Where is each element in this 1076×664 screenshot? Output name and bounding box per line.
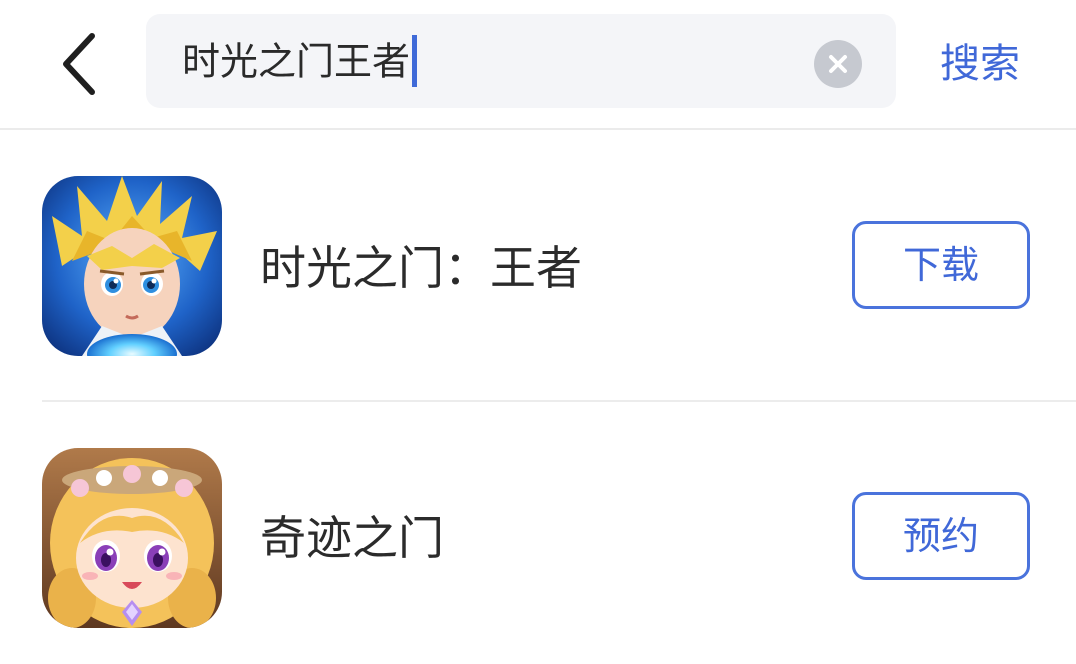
- search-input[interactable]: 时光之门王者: [146, 14, 896, 108]
- search-header: 时光之门王者 搜索: [0, 0, 1076, 128]
- app-name: 奇迹之门: [260, 511, 444, 565]
- result-divider: [42, 400, 1076, 402]
- app-name: 时光之门：王者: [260, 241, 582, 295]
- search-results-page: 时光之门王者 搜索 时光之门：王者 下载 奇迹之门 预约: [0, 0, 1076, 664]
- clear-search-button[interactable]: [814, 40, 862, 88]
- download-button[interactable]: 下载: [852, 221, 1030, 309]
- back-button[interactable]: [40, 24, 120, 104]
- app-icon-artwork: [42, 176, 222, 356]
- blonde-hero-game-icon[interactable]: [42, 176, 222, 356]
- close-icon: [829, 55, 847, 73]
- reserve-button[interactable]: 预约: [852, 492, 1030, 580]
- search-query-value: 时光之门王者: [182, 39, 411, 84]
- app-icon-artwork: [42, 448, 222, 628]
- search-button[interactable]: 搜索: [940, 38, 1020, 90]
- text-caret: [412, 35, 418, 87]
- header-divider: [0, 128, 1076, 130]
- result-item[interactable]: 奇迹之门 预约: [0, 418, 1076, 658]
- chevron-left-icon: [63, 33, 95, 95]
- search-query-text: 时光之门王者: [182, 35, 418, 87]
- chibi-girl-game-icon[interactable]: [42, 448, 222, 628]
- result-item[interactable]: 时光之门：王者 下载: [0, 148, 1076, 388]
